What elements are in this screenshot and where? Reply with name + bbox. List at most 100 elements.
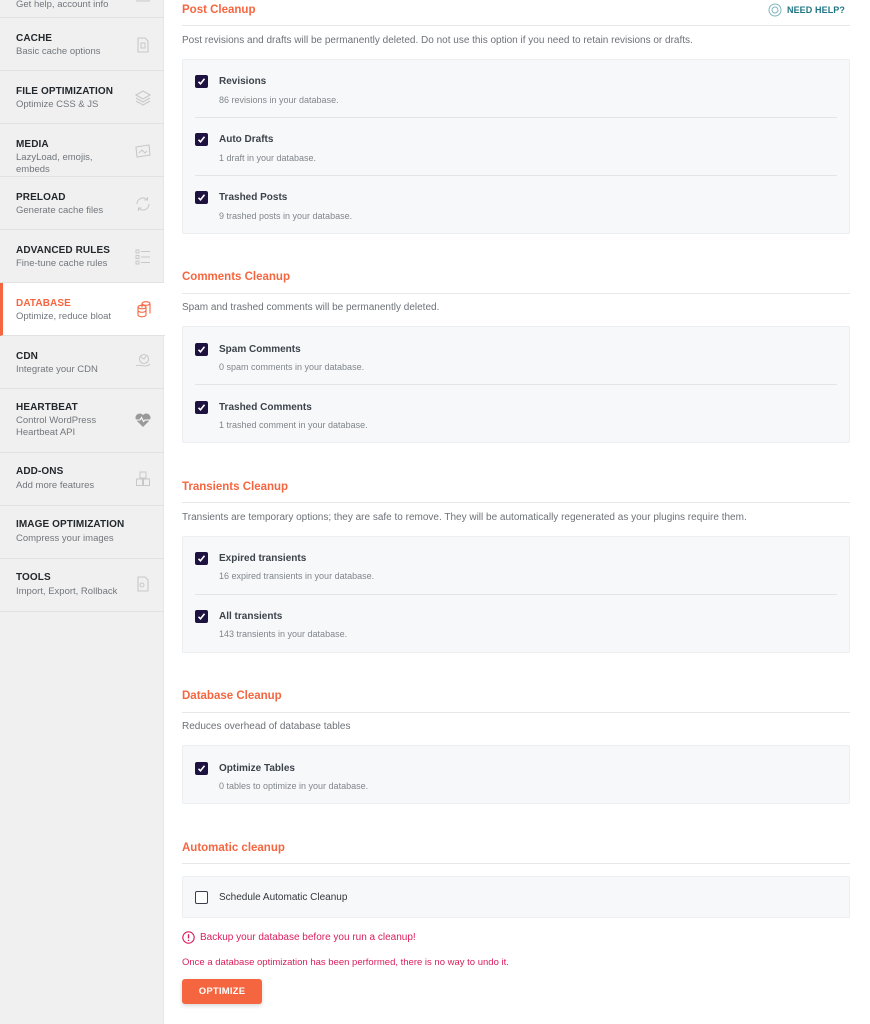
spam-comments-checkbox[interactable] — [195, 343, 208, 356]
sidebar-item-title: FILE OPTIMIZATION — [16, 86, 114, 97]
optimize-button[interactable]: OPTIMIZE — [182, 979, 262, 1004]
option-desc: 16 expired transients in your database. — [219, 571, 375, 581]
option-desc: 0 spam comments in your database. — [219, 362, 365, 372]
lifebuoy-icon — [768, 3, 782, 17]
option-label: Optimize Tables — [219, 763, 295, 774]
option-label: All transients — [219, 611, 283, 622]
schedule-automatic-cleanup-checkbox[interactable] — [195, 891, 208, 904]
sidebar-item-media[interactable]: MEDIA LazyLoad, emojis, embeds — [0, 124, 164, 177]
option-label: Auto Drafts — [219, 134, 274, 145]
section-title-post-cleanup: Post Cleanup — [182, 4, 256, 16]
transients-cleanup-options: Expired transients 16 expired transients… — [182, 536, 850, 653]
sidebar-item-sub: Control WordPress Heartbeat API — [16, 415, 97, 438]
sidebar-item-heartbeat[interactable]: HEARTBEAT Control WordPress Heartbeat AP… — [0, 389, 164, 453]
sidebar-item-sub: Basic cache options — [16, 46, 101, 57]
optimize-tables-checkbox[interactable] — [195, 762, 208, 775]
sidebar: Get help, account info CACHE Basic cache… — [0, 0, 165, 1024]
option-label: Spam Comments — [219, 344, 301, 355]
sidebar-item-title: ADD-ONS — [16, 466, 64, 477]
sidebar-item-sub: Optimize CSS & JS — [16, 99, 99, 110]
sidebar-item-sub: Get help, account info — [16, 0, 109, 10]
sidebar-item-sub: Compress your images — [16, 533, 114, 544]
option-desc: 143 transients in your database. — [219, 629, 348, 639]
file-gear-icon — [134, 575, 152, 593]
backup-warning: Backup your database before you run a cl… — [182, 931, 416, 944]
option-spam-comments: Spam Comments 0 spam comments in your da… — [195, 343, 837, 375]
option-expired-transients: Expired transients 16 expired transients… — [195, 552, 837, 584]
checklist-icon — [134, 248, 152, 266]
globe-hand-icon — [134, 352, 152, 370]
sidebar-item-sub: Integrate your CDN — [16, 364, 98, 375]
divider — [182, 863, 850, 864]
option-optimize-tables: Optimize Tables 0 tables to optimize in … — [195, 762, 837, 794]
sidebar-item-sub: LazyLoad, emojis, embeds — [16, 152, 93, 175]
option-trashed-posts: Trashed Posts 9 trashed posts in your da… — [195, 191, 837, 223]
document-icon — [134, 36, 152, 54]
sidebar-item-sub: Add more features — [16, 480, 95, 491]
divider — [195, 117, 837, 118]
option-desc: 1 draft in your database. — [219, 153, 317, 163]
option-auto-drafts: Auto Drafts 1 draft in your database. — [195, 133, 837, 165]
media-icon — [134, 142, 152, 160]
sidebar-item-sub: Generate cache files — [16, 205, 104, 216]
divider — [195, 175, 837, 176]
option-desc: 1 trashed comment in your database. — [219, 420, 368, 430]
sidebar-item-help[interactable]: Get help, account info — [0, 0, 164, 18]
all-transients-checkbox[interactable] — [195, 610, 208, 623]
comments-cleanup-options: Spam Comments 0 spam comments in your da… — [182, 326, 850, 443]
database-icon — [135, 300, 153, 318]
warning-text: Backup your database before you run a cl… — [200, 932, 416, 943]
option-desc: 9 trashed posts in your database. — [219, 211, 353, 221]
need-help-label: NEED HELP? — [786, 5, 845, 15]
help-icon — [134, 0, 152, 15]
divider — [182, 25, 850, 26]
option-label: Revisions — [219, 76, 267, 87]
sidebar-item-cache[interactable]: CACHE Basic cache options — [0, 18, 164, 71]
sidebar-item-image-optimization[interactable]: IMAGE OPTIMIZATION Compress your images — [0, 506, 164, 559]
refresh-icon — [134, 195, 152, 213]
section-desc: Spam and trashed comments will be perman… — [182, 302, 440, 313]
sidebar-item-add-ons[interactable]: ADD-ONS Add more features — [0, 453, 164, 506]
auto-drafts-checkbox[interactable] — [195, 133, 208, 146]
sidebar-item-database[interactable]: DATABASE Optimize, reduce bloat — [0, 283, 165, 336]
option-desc: 86 revisions in your database. — [219, 95, 339, 105]
section-title-comments-cleanup: Comments Cleanup — [182, 271, 290, 283]
option-label: Schedule Automatic Cleanup — [219, 892, 348, 903]
sidebar-item-file-optimization[interactable]: FILE OPTIMIZATION Optimize CSS & JS — [0, 71, 164, 124]
alert-circle-icon — [182, 931, 195, 944]
expired-transients-checkbox[interactable] — [195, 552, 208, 565]
post-cleanup-options: Revisions 86 revisions in your database.… — [182, 59, 850, 234]
cubes-icon — [134, 470, 152, 488]
section-desc: Transients are temporary options; they a… — [182, 512, 747, 523]
sidebar-item-title: CDN — [16, 351, 38, 362]
sidebar-item-title: TOOLS — [16, 572, 51, 583]
option-all-transients: All transients 143 transients in your da… — [195, 610, 837, 642]
need-help-link[interactable]: NEED HELP? — [768, 3, 845, 17]
option-trashed-comments: Trashed Comments 1 trashed comment in yo… — [195, 401, 837, 433]
divider — [182, 293, 850, 294]
option-desc: 0 tables to optimize in your database. — [219, 781, 369, 791]
section-title-automatic-cleanup: Automatic cleanup — [182, 842, 285, 854]
option-label: Expired transients — [219, 553, 307, 564]
trashed-posts-checkbox[interactable] — [195, 191, 208, 204]
revisions-checkbox[interactable] — [195, 75, 208, 88]
divider — [182, 502, 850, 503]
sidebar-item-tools[interactable]: TOOLS Import, Export, Rollback — [0, 559, 164, 612]
divider — [182, 712, 850, 713]
sidebar-item-title: ADVANCED RULES — [16, 245, 110, 256]
section-desc: Reduces overhead of database tables — [182, 721, 351, 732]
sidebar-item-sub: Optimize, reduce bloat — [16, 311, 112, 322]
sidebar-item-advanced-rules[interactable]: ADVANCED RULES Fine-tune cache rules — [0, 230, 164, 283]
option-schedule-automatic-cleanup: Schedule Automatic Cleanup — [195, 891, 837, 905]
sidebar-item-title: CACHE — [16, 33, 53, 44]
sidebar-item-title: PRELOAD — [16, 192, 66, 203]
sidebar-item-cdn[interactable]: CDN Integrate your CDN — [0, 336, 164, 389]
sidebar-item-title: DATABASE — [16, 298, 71, 309]
sidebar-item-sub: Fine-tune cache rules — [16, 258, 108, 269]
sidebar-item-preload[interactable]: PRELOAD Generate cache files — [0, 177, 164, 230]
section-title-transients-cleanup: Transients Cleanup — [182, 481, 289, 493]
trashed-comments-checkbox[interactable] — [195, 401, 208, 414]
database-cleanup-options: Optimize Tables 0 tables to optimize in … — [182, 745, 850, 804]
option-label: Trashed Posts — [219, 192, 288, 203]
divider — [195, 384, 837, 385]
